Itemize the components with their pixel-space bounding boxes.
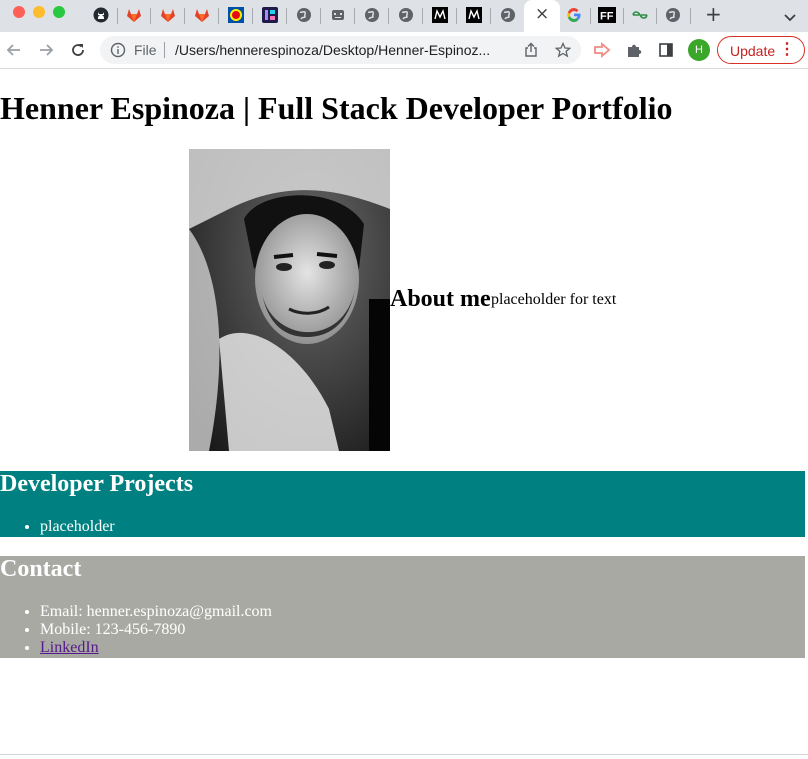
file-scheme-label: File [134, 42, 157, 58]
reload-icon [72, 44, 84, 56]
side-panel-icon [659, 43, 673, 57]
contact-mobile: Mobile: 123-456-7890 [40, 621, 272, 639]
globe-icon [501, 8, 515, 22]
bottom-divider [0, 754, 808, 755]
medium-icon [466, 7, 482, 23]
contact-linkedin-item: LinkedIn [40, 639, 272, 657]
tab-lidl[interactable] [227, 6, 245, 24]
github-icon [93, 7, 109, 23]
tab-gitlab[interactable] [125, 6, 143, 24]
tab-app-tile[interactable] [261, 6, 279, 24]
tab-globe[interactable] [363, 6, 381, 24]
update-button-label: Update [730, 43, 776, 59]
tab-globe[interactable] [295, 6, 313, 24]
tab-robot[interactable] [329, 6, 347, 24]
extensions-button[interactable] [624, 40, 644, 60]
update-button[interactable]: Update ⋮ [717, 36, 805, 64]
about-heading: About me [390, 286, 491, 312]
side-panel-button[interactable] [656, 40, 676, 60]
tab-strip: × FF + [0, 0, 808, 32]
puzzle-icon [628, 44, 642, 57]
globe-icon [297, 8, 311, 22]
window-maximize-button[interactable] [53, 6, 65, 18]
portrait-image [189, 149, 390, 451]
ff-icon: FF [598, 7, 616, 23]
forward-button[interactable] [36, 40, 56, 60]
gitlab-icon [161, 9, 175, 22]
google-icon [567, 8, 581, 22]
tab-medium[interactable] [465, 6, 483, 24]
about-text: placeholder for text [491, 291, 617, 308]
tab-google[interactable] [565, 6, 583, 24]
globe-icon [399, 8, 413, 22]
tab-gfg[interactable] [631, 6, 649, 24]
address-bar[interactable]: File /Users/hennerespinoza/Desktop/Henne… [100, 36, 581, 64]
tab-github[interactable] [92, 6, 110, 24]
info-icon[interactable] [110, 42, 126, 63]
url-text[interactable]: /Users/hennerespinoza/Desktop/Henner-Esp… [175, 42, 515, 58]
browser-toolbar: File /Users/hennerespinoza/Desktop/Henne… [0, 32, 808, 69]
tab-globe[interactable] [664, 6, 682, 24]
medium-icon [432, 7, 448, 23]
window-close-button[interactable] [13, 6, 25, 18]
forward-arrow-icon [40, 44, 54, 56]
contact-list: Email: henner.espinoza@gmail.com Mobile:… [0, 603, 272, 657]
tab-medium[interactable] [431, 6, 449, 24]
extension-arrow-icon [594, 42, 611, 58]
share-icon[interactable] [523, 42, 539, 63]
back-button[interactable] [4, 40, 24, 60]
tab-globe[interactable] [499, 6, 517, 24]
contact-section: Contact Email: henner.espinoza@gmail.com… [0, 556, 805, 658]
tab-gitlab[interactable] [159, 6, 177, 24]
close-tab-icon[interactable]: × [535, 4, 549, 24]
linkedin-link[interactable]: LinkedIn [40, 639, 99, 656]
tab-globe[interactable] [397, 6, 415, 24]
projects-section: Developer Projects placeholder [0, 471, 805, 537]
gitlab-icon [127, 9, 141, 22]
app-tile-icon [262, 7, 278, 23]
gfg-icon [632, 11, 648, 19]
projects-list: placeholder [0, 518, 115, 536]
lidl-icon [228, 7, 244, 23]
back-arrow-icon [6, 44, 20, 56]
tab-gitlab[interactable] [193, 6, 211, 24]
contact-heading: Contact [0, 556, 82, 582]
bookmark-star-icon[interactable] [554, 41, 572, 63]
projects-heading: Developer Projects [0, 471, 194, 497]
project-item: placeholder [40, 518, 115, 536]
robot-icon [332, 10, 344, 20]
new-tab-button[interactable]: + [705, 2, 722, 26]
tab-ff[interactable]: FF [598, 6, 616, 24]
globe-icon [365, 8, 379, 22]
globe-icon [666, 8, 680, 22]
page-title: Henner Espinoza | Full Stack Developer P… [0, 90, 673, 126]
contact-email: Email: henner.espinoza@gmail.com [40, 603, 272, 621]
reload-button[interactable] [68, 40, 88, 60]
profile-avatar[interactable]: H [688, 39, 710, 61]
tab-search-chevron-icon[interactable] [784, 9, 796, 27]
gitlab-icon [195, 9, 209, 22]
extension-button[interactable] [592, 40, 612, 60]
menu-dots-icon[interactable]: ⋮ [779, 39, 795, 59]
svg-text:FF: FF [600, 11, 614, 23]
profile-photo [189, 149, 390, 451]
active-tab[interactable]: × [524, 0, 560, 32]
window-minimize-button[interactable] [33, 6, 45, 18]
